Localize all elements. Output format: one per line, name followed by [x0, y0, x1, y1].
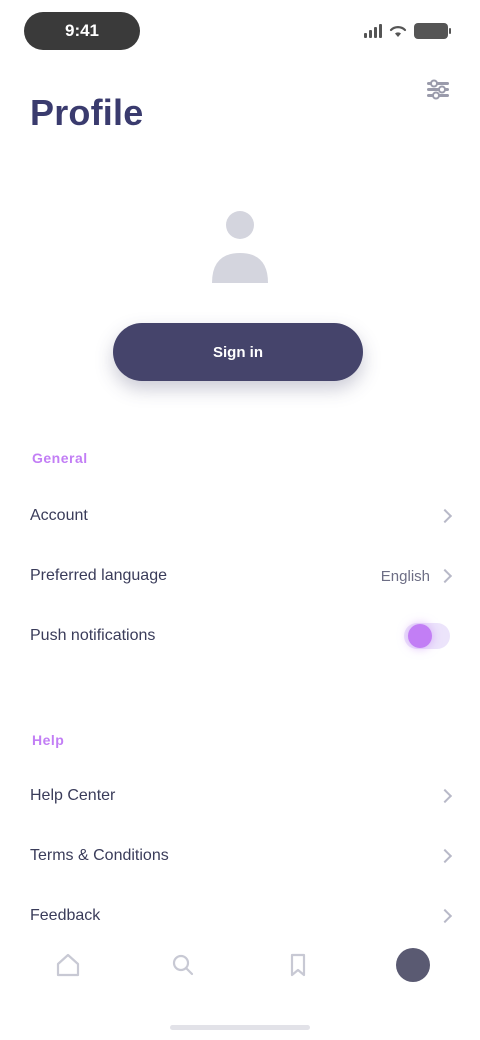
- bookmark-icon: [290, 953, 305, 977]
- row-label: Terms & Conditions: [30, 847, 169, 864]
- row-help-center[interactable]: Help Center: [30, 774, 453, 818]
- gear-icon: [427, 79, 449, 100]
- user-icon: [212, 211, 268, 283]
- bottom-nav: [0, 930, 480, 1000]
- signal-icon: [364, 24, 382, 38]
- status-indicators: [364, 18, 451, 44]
- home-icon: [56, 953, 79, 977]
- section-header-help: Help: [32, 732, 65, 748]
- profile-icon: [395, 948, 430, 982]
- row-label: Feedback: [30, 907, 101, 924]
- row-account[interactable]: Account: [30, 494, 453, 538]
- row-terms-conditions[interactable]: Terms & Conditions: [30, 834, 453, 878]
- row-value: [437, 908, 453, 924]
- battery-icon: [414, 23, 451, 39]
- row-value: English: [380, 567, 453, 585]
- avatar-area: [0, 195, 480, 295]
- chevron-right-icon: [437, 508, 453, 524]
- row-push-notifications: Push notifications: [30, 614, 450, 658]
- chevron-right-icon: [437, 848, 453, 864]
- row-preferred-language[interactable]: Preferred language English: [30, 554, 453, 598]
- nav-item-bookmark[interactable]: [268, 935, 328, 995]
- chevron-right-icon: [437, 568, 453, 584]
- wifi-icon: [389, 26, 407, 37]
- sign-in-button[interactable]: Sign in: [113, 323, 363, 381]
- home-indicator: [170, 1025, 310, 1030]
- nav-item-profile[interactable]: [383, 935, 443, 995]
- section-header-general: General: [32, 450, 88, 466]
- status-time: 9:41: [64, 21, 100, 40]
- status-time-pill: 9:41: [24, 12, 140, 50]
- row-label: Push notifications: [30, 627, 156, 644]
- status-bar: 9:41: [0, 0, 480, 64]
- row-label: Account: [30, 507, 88, 524]
- chevron-right-icon: [437, 908, 453, 924]
- row-value: [437, 788, 453, 804]
- push-notifications-toggle[interactable]: [404, 623, 450, 649]
- row-label: Preferred language: [30, 567, 167, 584]
- toggle-knob: [408, 624, 432, 648]
- page-title: Profile: [30, 92, 144, 133]
- row-value: [437, 508, 453, 524]
- language-value: English: [380, 567, 430, 585]
- nav-item-search[interactable]: [153, 935, 213, 995]
- settings-button[interactable]: [420, 74, 456, 104]
- chevron-right-icon: [437, 788, 453, 804]
- row-label: Help Center: [30, 787, 116, 804]
- row-value: [437, 848, 453, 864]
- search-icon: [172, 954, 193, 976]
- profile-screen: 9:41 Profile Sign in General Account Pre…: [0, 0, 480, 1040]
- nav-item-home[interactable]: [38, 935, 98, 995]
